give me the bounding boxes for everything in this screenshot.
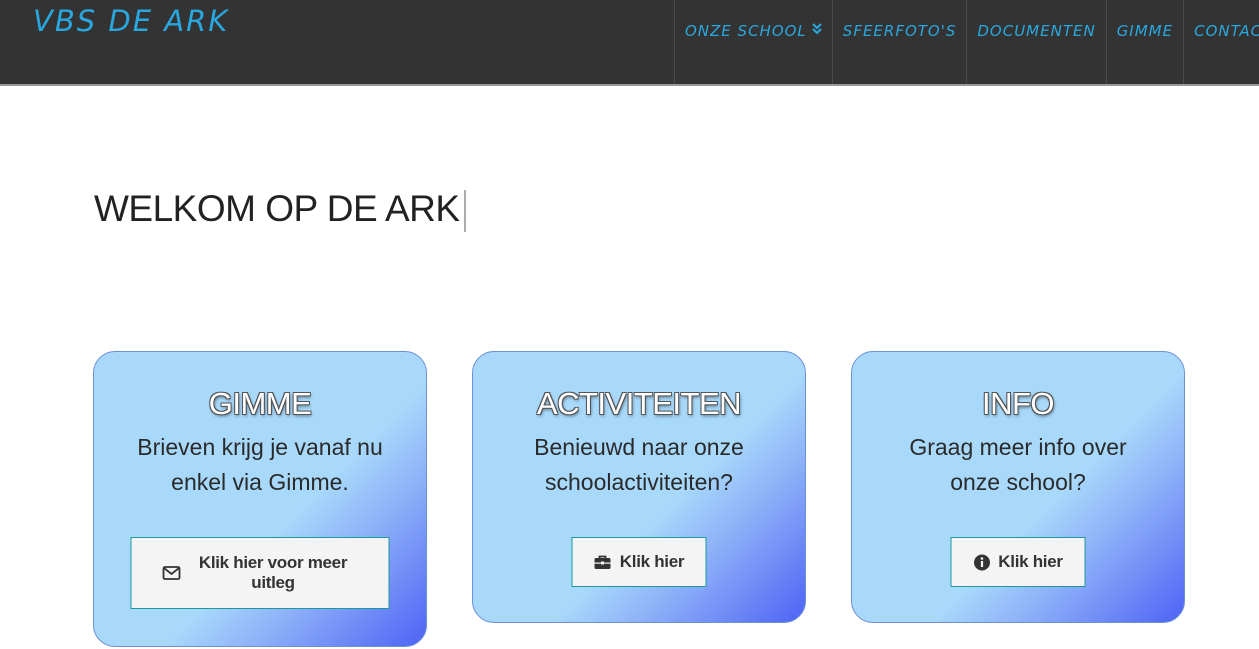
text-cursor: [463, 190, 466, 233]
info-button[interactable]: Klik hier: [950, 537, 1086, 587]
card-title: ACTIVITEITEN: [536, 386, 742, 421]
site-brand-link[interactable]: VBS DE ARK: [33, 4, 229, 38]
button-label: Klik hier: [619, 552, 685, 571]
page-title: WELKOM OP DE ARK: [94, 188, 466, 233]
activiteiten-button[interactable]: Klik hier: [571, 537, 707, 587]
nav-item-label: ONZE SCHOOL: [685, 22, 807, 40]
gimme-more-info-button[interactable]: Klik hier voor meer uitleg: [130, 537, 390, 609]
button-label: Klik hier: [998, 552, 1063, 571]
card-text: Benieuwd naar onze schoolactiviteiten?: [534, 434, 744, 495]
nav-item-documenten[interactable]: DOCUMENTEN: [967, 0, 1107, 84]
card-activiteiten: ACTIVITEITEN Benieuwd naar onze schoolac…: [472, 351, 806, 623]
page-title-text: WELKOM OP DE ARK: [94, 188, 460, 229]
info-circle-icon: [973, 554, 990, 571]
button-label: Klik hier voor meer uitleg: [198, 553, 348, 592]
nav-item-label: SFEERFOTO'S: [842, 22, 957, 40]
card-info: INFO Graag meer info over onze school? K…: [851, 351, 1185, 623]
double-chevron-down-icon: [812, 23, 822, 38]
card-title: INFO: [981, 386, 1055, 421]
main-nav-menu: ONZE SCHOOL SFEERFOTO'S DOCUMENTEN GIMME…: [674, 0, 1259, 84]
card-text: Brieven krijg je vanaf nu enkel via Gimm…: [137, 434, 383, 495]
top-navbar: VBS DE ARK ONZE SCHOOL SFEERFOTO'S DOCUM…: [0, 0, 1259, 86]
nav-item-gimme[interactable]: GIMME: [1107, 0, 1185, 84]
nav-item-sfeerfotos[interactable]: SFEERFOTO'S: [833, 0, 968, 84]
card-title: GIMME: [208, 386, 312, 421]
nav-item-label: GIMME: [1116, 22, 1174, 40]
briefcase-icon: [594, 555, 612, 570]
nav-item-label: DOCUMENTEN: [977, 22, 1096, 40]
nav-item-label: CONTACT: [1194, 22, 1259, 40]
card-text: Graag meer info over onze school?: [909, 434, 1127, 495]
nav-item-contact[interactable]: CONTACT: [1184, 0, 1259, 84]
nav-item-onze-school[interactable]: ONZE SCHOOL: [675, 0, 833, 84]
envelope-icon: [162, 566, 180, 580]
card-gimme: GIMME Brieven krijg je vanaf nu enkel vi…: [93, 351, 427, 647]
